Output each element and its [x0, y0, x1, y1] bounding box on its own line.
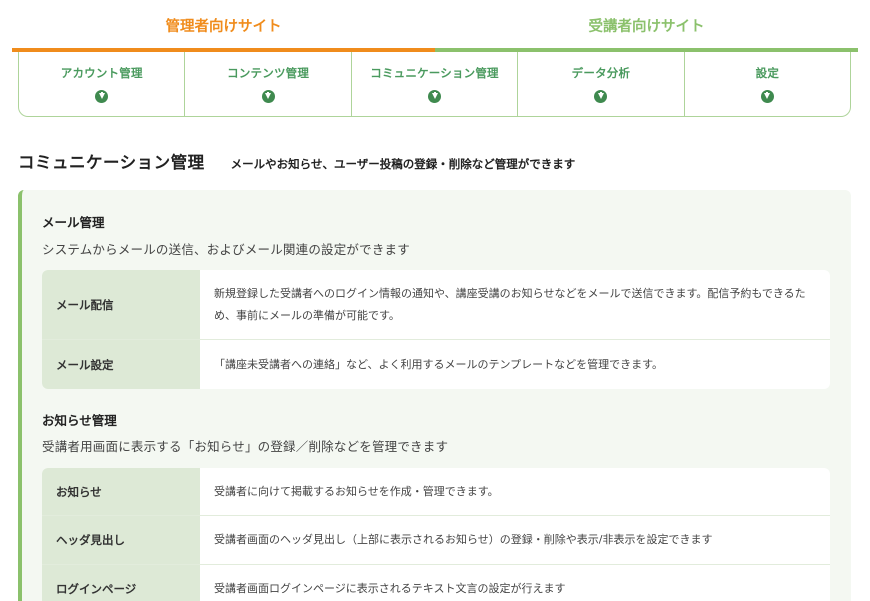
- download-circle-icon: [428, 90, 442, 103]
- menu-item-communication[interactable]: コミュニケーション管理: [352, 52, 519, 116]
- menu-item-label: アカウント管理: [60, 66, 143, 80]
- section-header: コミュニケーション管理 メールやお知らせ、ユーザー投稿の登録・削除など管理ができ…: [18, 149, 575, 173]
- tab-admin-site[interactable]: 管理者向けサイト: [12, 0, 435, 52]
- menu-item-settings[interactable]: 設定: [685, 52, 850, 116]
- menu-item-account[interactable]: アカウント管理: [19, 52, 186, 116]
- download-circle-icon: [760, 90, 774, 103]
- row-name[interactable]: メール配信: [42, 270, 200, 339]
- tab-student-site[interactable]: 受講者向けサイト: [435, 0, 858, 52]
- site-switcher: 管理者向けサイト 受講者向けサイト: [12, 0, 858, 52]
- content-panel: メール管理 システムからメールの送信、およびメール関連の設定ができます メール配…: [18, 190, 851, 601]
- download-circle-icon: [594, 90, 608, 103]
- download-circle-icon: [261, 90, 275, 103]
- menu-item-label: 設定: [755, 66, 780, 80]
- feature-menu: アカウント管理 コンテンツ管理 コミュニケーション管理 データ分析 設定: [18, 52, 851, 117]
- table-row: メール設定 「講座未受講者への連絡」など、よく利用するメールのテンプレートなどを…: [42, 340, 830, 389]
- row-description: 受講者画面のヘッダ見出し（上部に表示されるお知らせ）の登録・削除や表示/非表示を…: [214, 533, 713, 546]
- row-description: 受講者画面ログインページに表示されるテキスト文言の設定が行えます: [214, 582, 566, 595]
- page-title: コミュニケーション管理: [18, 153, 205, 172]
- feature-table-notice: お知らせ 受講者に向けて掲載するお知らせを作成・管理できます。 ヘッダ見出し 受…: [42, 468, 830, 601]
- group-description-notice: 受講者用画面に表示する「お知らせ」の登録／削除などを管理できます: [42, 439, 449, 454]
- page-description: メールやお知らせ、ユーザー投稿の登録・削除など管理ができます: [230, 157, 576, 171]
- feature-table-mail: メール配信 新規登録した受講者へのログイン情報の通知や、講座受講のお知らせなどを…: [42, 270, 830, 389]
- row-name[interactable]: ヘッダ見出し: [42, 516, 200, 564]
- group-title-notice: お知らせ管理: [42, 413, 117, 428]
- group-description-mail: システムからメールの送信、およびメール関連の設定ができます: [42, 242, 410, 257]
- table-row: ヘッダ見出し 受講者画面のヘッダ見出し（上部に表示されるお知らせ）の登録・削除や…: [42, 516, 830, 565]
- menu-item-label: コミュニケーション管理: [370, 66, 499, 80]
- download-circle-icon: [95, 90, 109, 103]
- row-name[interactable]: お知らせ: [42, 468, 200, 515]
- menu-item-content[interactable]: コンテンツ管理: [185, 52, 352, 116]
- table-row: お知らせ 受講者に向けて掲載するお知らせを作成・管理できます。: [42, 468, 830, 516]
- menu-item-label: データ分析: [571, 66, 631, 80]
- row-description: 「講座未受講者への連絡」など、よく利用するメールのテンプレートなどを管理できます…: [214, 357, 664, 371]
- table-row: ログインページ 受講者画面ログインページに表示されるテキスト文言の設定が行えます: [42, 565, 830, 601]
- menu-item-analytics[interactable]: データ分析: [518, 52, 685, 116]
- table-row: メール配信 新規登録した受講者へのログイン情報の通知や、講座受講のお知らせなどを…: [42, 270, 830, 340]
- row-description: 受講者に向けて掲載するお知らせを作成・管理できます。: [214, 484, 499, 498]
- menu-item-label: コンテンツ管理: [227, 66, 310, 80]
- row-description: 新規登録した受講者へのログイン情報の通知や、講座受講のお知らせなどをメールで送信…: [214, 286, 806, 322]
- group-title-mail: メール管理: [42, 215, 105, 230]
- row-name[interactable]: メール設定: [42, 340, 200, 389]
- row-name[interactable]: ログインページ: [42, 565, 200, 601]
